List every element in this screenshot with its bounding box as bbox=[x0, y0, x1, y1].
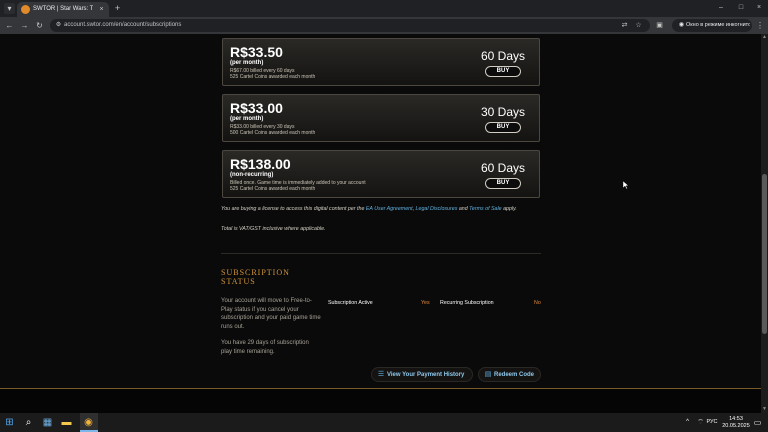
page-scrollbar[interactable]: ▲ ▼ bbox=[761, 34, 768, 413]
plan-detail-coins: 525 Cartel Coins awarded each month bbox=[230, 74, 316, 80]
subscription-active-label: Subscription Active bbox=[328, 300, 373, 306]
heading-line-1: SUBSCRIPTION bbox=[221, 268, 290, 277]
plan-card-60-days: R$33.50 (per month) R$67.00 billed every… bbox=[222, 38, 540, 86]
translate-icon[interactable]: ⇄ bbox=[620, 21, 629, 30]
tab-close-icon[interactable]: × bbox=[97, 5, 106, 14]
plan-days: 30 Days bbox=[480, 105, 526, 119]
swtor-favicon-icon bbox=[21, 5, 30, 14]
incognito-indicator[interactable]: ◉ Окно в режиме инкогнито bbox=[672, 19, 752, 32]
plan-price: R$33.00 bbox=[230, 100, 283, 116]
recurring-subscription-label: Recurring Subscription bbox=[440, 300, 494, 306]
subscription-status-heading: SUBSCRIPTION STATUS bbox=[221, 268, 321, 288]
redeem-icon: ▤ bbox=[484, 371, 492, 378]
file-explorer-icon[interactable]: ▬ bbox=[60, 416, 73, 429]
star-icon[interactable]: ☆ bbox=[634, 21, 643, 30]
windows-start-icon[interactable]: ⊞ bbox=[3, 416, 16, 429]
page-viewport: R$33.50 (per month) R$67.00 billed every… bbox=[0, 34, 761, 413]
keyboard-language[interactable]: РУС bbox=[704, 419, 720, 432]
plan-days: 60 Days bbox=[480, 161, 526, 175]
days-remaining-text: You have 29 days of subscription play ti… bbox=[221, 340, 309, 355]
plan-price: R$138.00 bbox=[230, 156, 291, 172]
back-arrow-icon[interactable]: ← bbox=[4, 20, 15, 31]
search-icon[interactable]: ⌕ bbox=[22, 416, 35, 429]
incognito-label: Окно в режиме инкогнито bbox=[686, 22, 750, 28]
plan-card-non-recurring: R$138.00 (non-recurring) Billed once. Ga… bbox=[222, 150, 540, 198]
forward-arrow-icon[interactable]: → bbox=[19, 20, 30, 31]
plan-days: 60 Days bbox=[480, 49, 526, 63]
license-prefix: You are buying a license to access this … bbox=[221, 206, 366, 212]
heading-line-2: STATUS bbox=[221, 277, 256, 286]
minimize-button[interactable]: – bbox=[710, 2, 732, 14]
reload-icon[interactable]: ↻ bbox=[34, 20, 45, 31]
calculator-icon[interactable]: ▦ bbox=[41, 416, 54, 429]
buy-button[interactable]: BUY bbox=[485, 122, 521, 133]
license-notice: You are buying a license to access this … bbox=[221, 206, 541, 220]
browser-toolbar: ← → ↻ ⚙ account.swtor.com/en/account/sub… bbox=[0, 17, 768, 34]
subscription-active-value: Yes bbox=[421, 300, 430, 306]
license-suffix: apply. bbox=[501, 206, 517, 212]
mouse-cursor-icon bbox=[623, 181, 629, 189]
chrome-icon: ◉ bbox=[84, 417, 93, 428]
recurring-subscription-value: No bbox=[534, 300, 541, 306]
plan-period: (per month) bbox=[230, 60, 264, 66]
scroll-down-icon[interactable]: ▼ bbox=[761, 406, 768, 413]
plan-card-30-days: R$33.00 (per month) R$33.00 billed every… bbox=[222, 94, 540, 142]
history-icon: ☰ bbox=[377, 371, 385, 378]
browser-tab-strip: ▾ SWTOR | Star Wars: The Old R... × + – … bbox=[0, 0, 768, 17]
plan-period: (non-recurring) bbox=[230, 172, 274, 178]
plan-price: R$33.50 bbox=[230, 44, 283, 60]
extensions-icon[interactable]: ▣ bbox=[654, 20, 665, 31]
close-window-button[interactable]: × bbox=[748, 2, 768, 14]
redeem-code-label: Redeem Code bbox=[494, 372, 535, 378]
windows-taskbar: ⊞ ⌕ ▦ ▬ ◉ ^ ⌔ РУС 14:53 20.05.2025 ▭ bbox=[0, 413, 768, 432]
notifications-icon[interactable]: ▭ bbox=[751, 416, 764, 429]
license-separator: and bbox=[457, 206, 470, 212]
incognito-icon: ◉ bbox=[678, 22, 685, 28]
clock[interactable]: 14:53 20.05.2025 bbox=[722, 416, 750, 429]
buy-button[interactable]: BUY bbox=[485, 66, 521, 77]
tab-title: SWTOR | Star Wars: The Old R... bbox=[33, 6, 93, 12]
scroll-up-icon[interactable]: ▲ bbox=[761, 34, 768, 41]
section-divider bbox=[221, 253, 541, 254]
ea-user-agreement-link[interactable]: EA User Agreement bbox=[366, 206, 413, 212]
plan-detail-coins: 500 Cartel Coins awarded each month bbox=[230, 130, 316, 136]
legal-disclosures-link[interactable]: Legal Disclosures bbox=[416, 206, 458, 212]
tray-chevron-icon[interactable]: ^ bbox=[681, 416, 694, 429]
plan-detail-coins: 525 Cartel Coins awarded each month bbox=[230, 186, 316, 192]
clock-date: 20.05.2025 bbox=[722, 422, 750, 429]
chrome-taskbar-button[interactable]: ◉ bbox=[80, 413, 98, 432]
address-bar[interactable]: ⚙ account.swtor.com/en/account/subscript… bbox=[50, 19, 650, 32]
vat-notice: Total is VAT/GST inclusive where applica… bbox=[221, 226, 326, 232]
view-payment-history-button[interactable]: ☰ View Your Payment History bbox=[371, 367, 473, 382]
redeem-code-button[interactable]: ▤ Redeem Code bbox=[478, 367, 541, 382]
browser-tab[interactable]: SWTOR | Star Wars: The Old R... × bbox=[17, 2, 109, 17]
url-text[interactable]: account.swtor.com/en/account/subscriptio… bbox=[64, 21, 464, 30]
site-info-icon[interactable]: ⚙ bbox=[55, 22, 62, 29]
terms-of-sale-link[interactable]: Terms of Sale bbox=[469, 206, 501, 212]
buy-button[interactable]: BUY bbox=[485, 178, 521, 189]
scrollbar-thumb[interactable] bbox=[762, 174, 767, 334]
browser-menu-icon[interactable]: ⋮ bbox=[756, 20, 764, 31]
page-footer bbox=[0, 389, 761, 413]
free-to-play-notice: Your account will move to Free-to-Play s… bbox=[221, 298, 321, 330]
plan-period: (per month) bbox=[230, 116, 264, 122]
new-tab-button[interactable]: + bbox=[112, 3, 123, 14]
payment-history-label: View Your Payment History bbox=[387, 372, 465, 378]
tab-search-button[interactable]: ▾ bbox=[4, 3, 15, 14]
